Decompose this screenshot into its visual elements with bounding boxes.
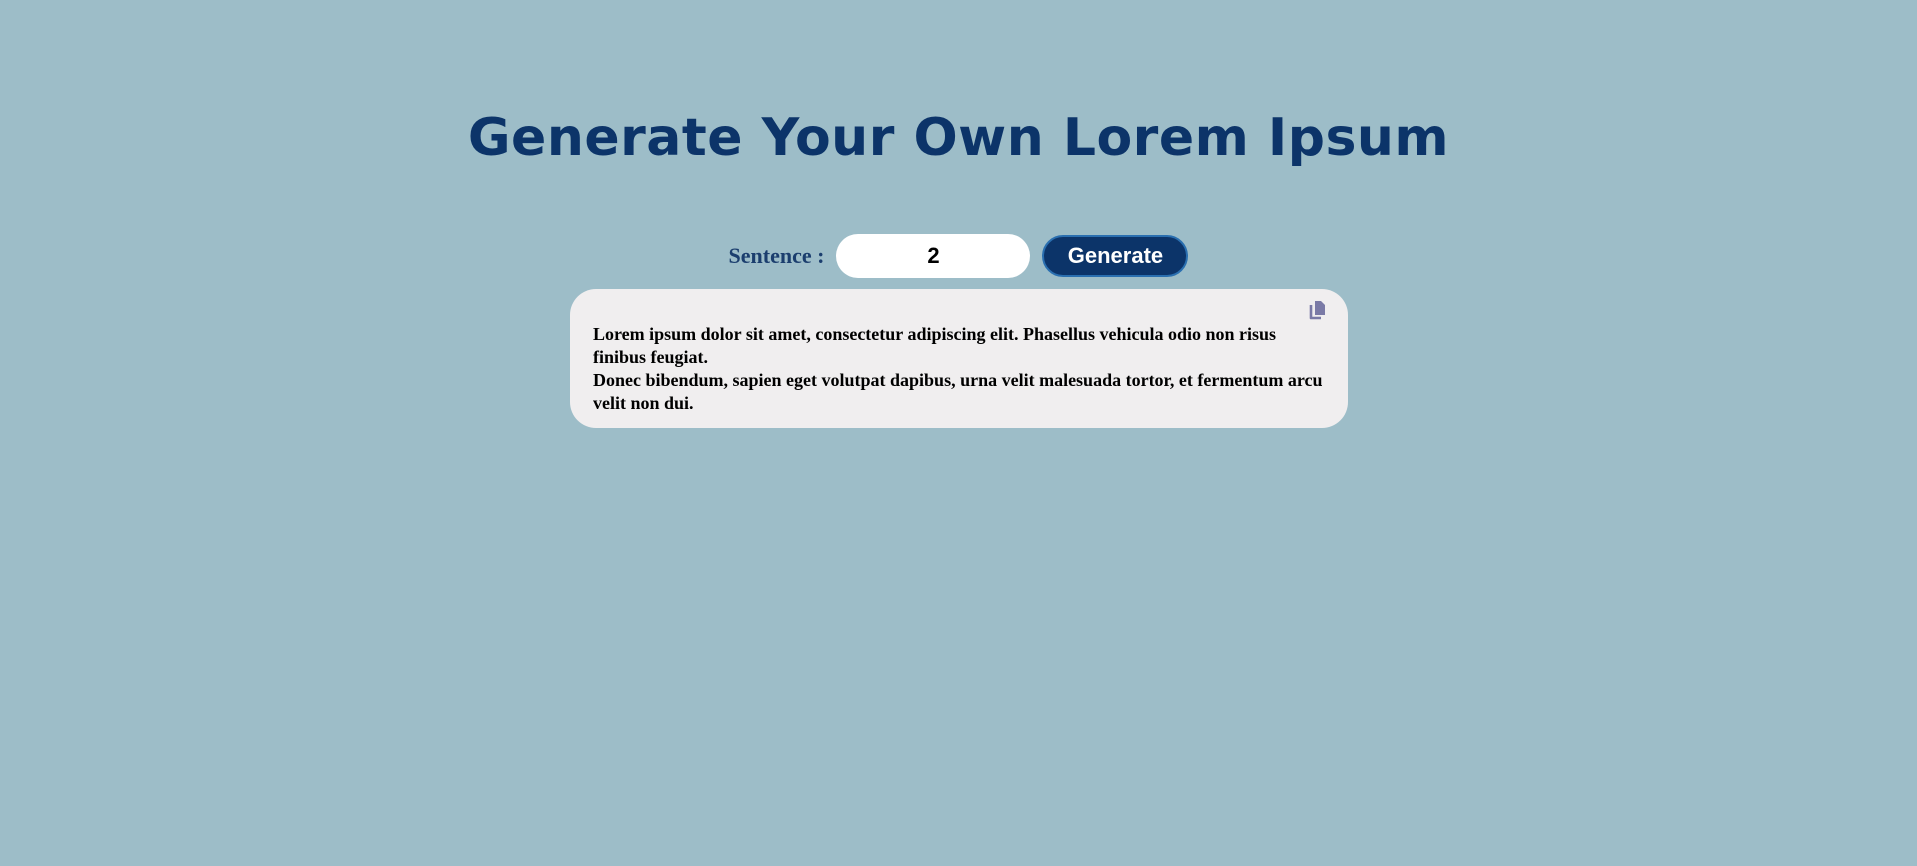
output-box: Lorem ipsum dolor sit amet, consectetur … <box>570 289 1348 428</box>
page-title: Generate Your Own Lorem Ipsum <box>467 108 1450 168</box>
generator-controls: Sentence : Generate <box>0 233 1917 279</box>
sentence-label: Sentence : <box>728 243 825 268</box>
output-paragraph-1: Lorem ipsum dolor sit amet, consectetur … <box>593 324 1277 367</box>
page: Generate Your Own Lorem Ipsum Sentence :… <box>0 0 1917 866</box>
copy-icon[interactable] <box>1308 299 1328 321</box>
sentence-count-input[interactable] <box>836 234 1031 278</box>
output-paragraph-2: Donec bibendum, sapien eget volutpat dap… <box>593 370 1323 413</box>
generate-button[interactable]: Generate <box>1042 235 1189 277</box>
